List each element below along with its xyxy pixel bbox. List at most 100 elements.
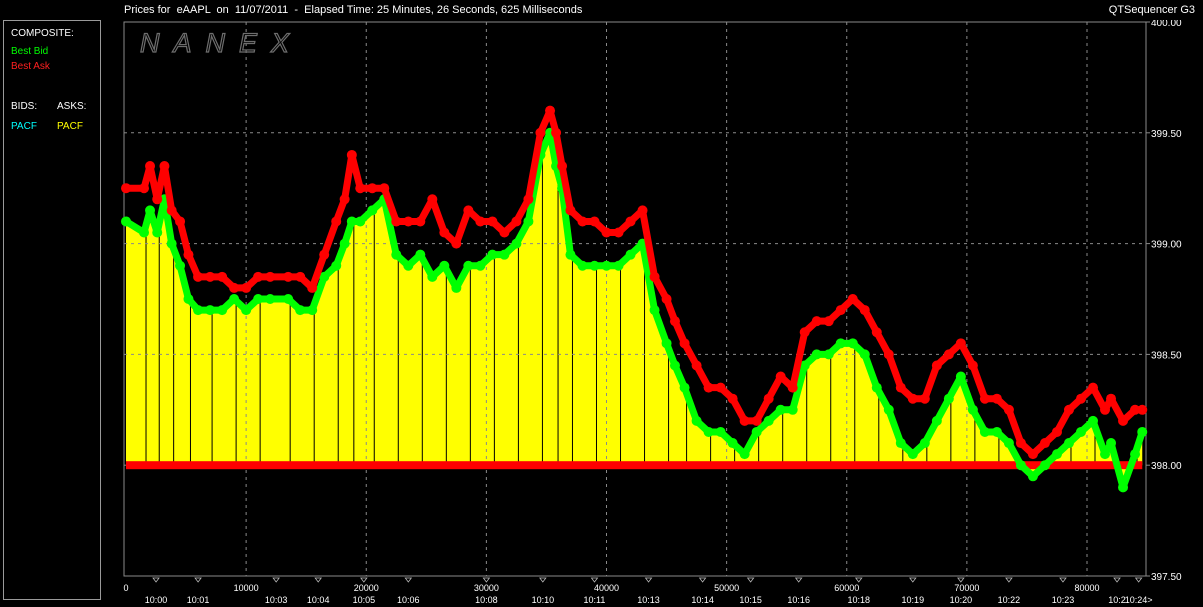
x-axis: 0 10000 20000 30000 40000 50000 60000 70000 8000… — [123, 577, 1153, 605]
best-ask-point — [669, 316, 680, 327]
time-tick-label: 10:06 — [397, 595, 420, 605]
time-marker — [1134, 577, 1143, 583]
best-ask-point — [295, 271, 306, 282]
y-tick-label: 398.50 — [1151, 350, 1182, 361]
best-bid-point — [403, 260, 414, 271]
best-ask-point — [661, 294, 672, 304]
time-marker — [1005, 577, 1013, 583]
time-marker — [909, 577, 917, 583]
best-ask-point — [159, 161, 170, 172]
best-ask-point — [241, 282, 252, 293]
best-bid-point — [427, 271, 438, 282]
time-marker — [272, 577, 280, 583]
best-ask-point — [979, 393, 990, 404]
time-tick-label: 10:10 — [532, 595, 555, 605]
time-marker — [1059, 577, 1067, 583]
best-ask-point — [545, 105, 556, 116]
best-ask-point — [1118, 415, 1129, 426]
time-tick-label: 10:2 — [1108, 595, 1126, 605]
time-tick-label: 10:03 — [265, 595, 288, 605]
best-bid-point — [451, 282, 462, 293]
best-ask-point — [523, 194, 534, 205]
best-bid-point — [1003, 438, 1014, 449]
best-bid-point — [763, 415, 774, 426]
best-ask-point — [1051, 426, 1062, 437]
best-ask-point — [1015, 438, 1026, 449]
best-bid-point — [907, 449, 918, 460]
best-bid-point — [601, 260, 612, 271]
best-ask-point — [367, 183, 378, 194]
time-tick-label: 10:13 — [637, 595, 660, 605]
best-ask-point — [895, 382, 906, 393]
time-tick-label: 10:24> — [1125, 595, 1153, 605]
best-ask-point — [565, 205, 576, 216]
best-ask-point — [427, 194, 438, 205]
best-ask-point — [145, 161, 156, 172]
best-bid-point — [565, 249, 576, 260]
watermark: NANEX — [140, 28, 303, 58]
best-bid-point — [499, 249, 510, 260]
best-ask-point — [835, 305, 846, 316]
best-ask-point — [403, 216, 414, 227]
best-ask-point — [1075, 393, 1086, 404]
best-bid-point — [577, 260, 588, 271]
best-bid-point — [205, 305, 216, 316]
best-bid-point — [823, 349, 834, 360]
best-bid-point — [1130, 449, 1141, 460]
asks-label: ASKS: — [57, 101, 87, 112]
best-ask-point — [763, 393, 774, 404]
best-ask-point — [152, 194, 163, 205]
time-tick-label: 10:18 — [847, 595, 870, 605]
best-ask-point — [859, 305, 870, 316]
best-ask-point — [1063, 404, 1074, 415]
best-ask-point — [919, 393, 930, 404]
best-ask-point — [475, 216, 486, 227]
time-marker — [1113, 577, 1121, 583]
best-ask-point — [787, 382, 798, 393]
best-ask-point — [715, 382, 726, 393]
x-tick-label: 20000 — [354, 583, 379, 593]
best-bid-point — [751, 426, 762, 437]
best-bid-point — [589, 260, 600, 271]
best-ask-point — [391, 216, 402, 227]
best-bid-point — [991, 426, 1002, 437]
time-tick-label: 10:22 — [998, 595, 1021, 605]
chart-title: Prices for eAAPL on 11/07/2011 - Elapsed… — [124, 4, 583, 16]
best-bid-point — [691, 415, 702, 426]
best-ask-point — [205, 271, 216, 282]
best-bid-point — [331, 260, 342, 271]
best-ask-point — [331, 216, 342, 227]
best-ask-point — [217, 271, 228, 282]
x-tick-label: 80000 — [1074, 583, 1099, 593]
best-ask-point — [121, 183, 131, 194]
bid-exchange-legend: PACF — [11, 121, 37, 132]
time-marker — [539, 577, 547, 583]
best-ask-point — [166, 205, 177, 216]
best-bid-point — [1100, 449, 1111, 460]
best-bid-point — [1039, 460, 1050, 471]
best-bid-point — [121, 216, 131, 227]
best-ask-point — [943, 349, 954, 360]
time-marker — [360, 577, 368, 583]
time-marker — [698, 577, 707, 583]
best-ask-point — [1137, 404, 1148, 415]
best-ask-point — [601, 227, 612, 238]
best-ask-point — [625, 216, 636, 227]
best-ask-point — [463, 205, 474, 216]
time-marker — [314, 577, 322, 583]
best-ask-point — [649, 271, 660, 282]
best-ask-point — [1039, 438, 1050, 449]
best-bid-point — [511, 238, 522, 249]
best-bid-point — [727, 438, 738, 449]
ask-floor-layer — [126, 461, 1143, 470]
best-ask-point — [451, 238, 462, 249]
best-ask-point — [535, 127, 546, 138]
y-tick-label: 399.50 — [1151, 129, 1182, 140]
y-axis: 400.00399.50399.00398.50398.00397.50 — [1146, 18, 1182, 583]
best-bid-point — [775, 404, 786, 415]
best-bid-point — [835, 338, 846, 349]
time-marker — [794, 577, 803, 583]
best-bid-point — [979, 426, 990, 437]
best-ask-legend: Best Ask — [11, 61, 50, 72]
best-ask-point — [193, 271, 204, 282]
